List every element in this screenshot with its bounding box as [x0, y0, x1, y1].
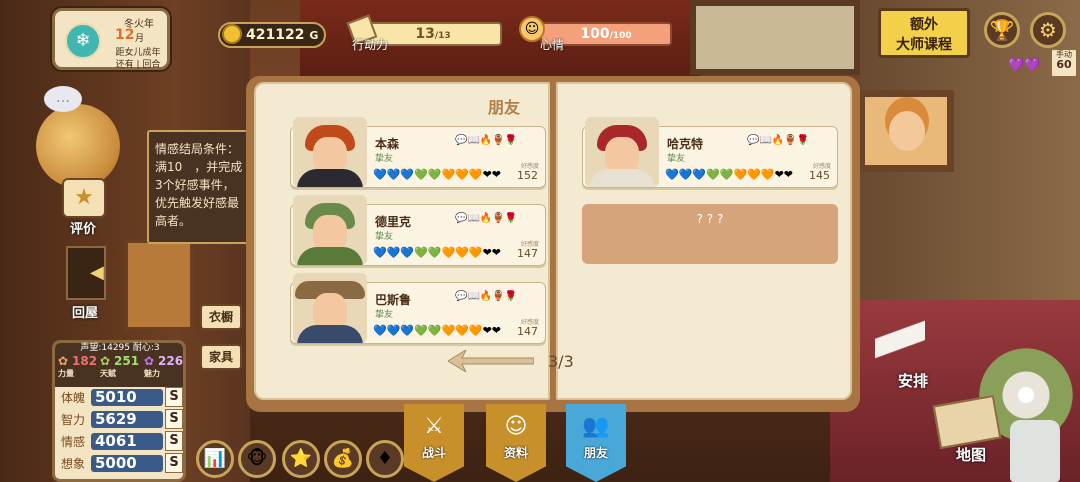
reputation-line: 声望:14295 耐心:3	[80, 343, 160, 353]
gold-unit: G	[309, 29, 319, 42]
friend-card-benson[interactable]: 本森 挚友 💬📖🔥🏺🌹 💙💙💙💚💚🧡🧡🧡❤❤ 好感度 152	[290, 117, 546, 188]
talent-icon: ✿	[100, 354, 111, 368]
book-title: 朋友	[487, 98, 520, 117]
affection-hearts: 💙💙💙💚💚🧡🧡🧡❤❤	[665, 168, 794, 181]
stars-icon[interactable]: ⭐	[282, 440, 320, 478]
master-course-button[interactable]: 额外 大师课程	[878, 8, 970, 58]
friend-gift-icons: 💬📖🔥🏺🌹	[455, 213, 518, 224]
friend-portrait	[293, 195, 367, 265]
trophy-icon[interactable]: 🏆	[984, 12, 1020, 48]
talent-label: 天赋	[100, 369, 116, 378]
power-icon: ✿	[58, 354, 69, 368]
door-icon[interactable]: ◀	[66, 246, 106, 300]
friend-gift-icons: 💬📖🔥🏺🌹	[747, 135, 810, 146]
mood-label: 心情	[540, 38, 565, 52]
dresser-decor	[125, 240, 193, 330]
tab-profile[interactable]: ☺ 资料	[486, 404, 546, 482]
snowflake-icon: ❄	[65, 23, 101, 59]
affection-hearts: 💙💙💙💚💚🧡🧡🧡❤❤	[373, 246, 502, 259]
page-indicator: 3/3	[548, 352, 574, 371]
hand-counter: 手动 60	[1050, 48, 1078, 78]
star-icon[interactable]: ★	[62, 178, 106, 218]
charm-value: 226	[158, 354, 184, 368]
chat-bubble-icon[interactable]: …	[44, 86, 82, 112]
master-course-line1: 额外	[910, 17, 938, 33]
friend-portrait	[293, 273, 367, 343]
card-icon[interactable]: ♦	[366, 440, 404, 478]
chart-icon[interactable]: 📊	[196, 440, 234, 478]
attribute-summary: ✿ 182 力量 ✿ 251 天赋 ✿ 226 魅力	[56, 354, 186, 378]
mood-value: 100	[580, 26, 610, 42]
stat-row-emotion: 情感 4061 S	[59, 431, 183, 451]
friend-relation: 挚友	[375, 310, 394, 320]
wardrobe-button[interactable]: 衣橱	[200, 304, 242, 330]
friend-card-hackett[interactable]: 哈克特 挚友 💬📖🔥🏺🌹 💙💙💙💚💚🧡🧡🧡❤❤ 好感度 145	[582, 117, 838, 188]
vase	[1010, 420, 1060, 482]
purple-hearts-icon: 💜💜	[1008, 58, 1041, 73]
friend-card-derek[interactable]: 德里克 挚友 💬📖🔥🏺🌹 💙💙💙💚💚🧡🧡🧡❤❤ 好感度 147	[290, 195, 546, 266]
friend-relation: 挚友	[375, 154, 394, 164]
favor-value: 147	[517, 325, 538, 338]
friend-name: 本森	[375, 137, 400, 151]
stat-row-intelligence: 智力 5629 S	[59, 409, 183, 429]
prev-page-arrow-icon[interactable]	[448, 350, 534, 372]
friend-gift-icons: 💬📖🔥🏺🌹	[455, 291, 518, 302]
evaluate-label[interactable]: 评价	[70, 218, 96, 237]
swords-icon: ⚔	[424, 414, 444, 439]
stat-row-imagination: 想象 5000 S	[59, 453, 183, 473]
month-unit: 月	[135, 34, 145, 44]
month-number: 12	[115, 27, 135, 43]
ending-condition-tooltip: 情感结局条件：满10 ，并完成3个好感事件，优先触发好感最高者。	[147, 130, 251, 244]
favor-value: 147	[517, 247, 538, 260]
tab-friends[interactable]: 👥 朋友	[566, 404, 626, 482]
stamina-label: 行动力	[352, 38, 389, 52]
date-panel[interactable]: ❄ 冬火年 12 月 距女儿成年 还有 | 回合	[52, 8, 170, 70]
gear-icon[interactable]: ⚙	[1030, 12, 1066, 48]
portrait-frame	[858, 90, 954, 172]
friend-gift-icons: 💬📖🔥🏺🌹	[455, 135, 518, 146]
gold-value: 421122	[246, 27, 305, 43]
power-label: 力量	[58, 369, 74, 378]
affection-hearts: 💙💙💙💚💚🧡🧡🧡❤❤	[373, 168, 502, 181]
power-value: 182	[72, 354, 98, 368]
favor-value: 152	[517, 169, 538, 182]
game-screen: ❄ 冬火年 12 月 距女儿成年 还有 | 回合 421122 G 13/13 …	[0, 0, 1080, 482]
charm-icon: ✿	[144, 354, 155, 368]
locked-friend-card[interactable]: ? ? ?	[582, 204, 838, 264]
friend-name: 哈克特	[667, 137, 704, 151]
money-bag-icon[interactable]: 💰	[324, 440, 362, 478]
arrange-button[interactable]: 安排	[898, 370, 928, 391]
back-room-label[interactable]: 回屋	[72, 302, 98, 321]
map-button[interactable]: 地图	[956, 444, 986, 465]
coin-icon	[222, 24, 242, 44]
mood-max: /100	[609, 31, 632, 41]
tab-battle[interactable]: ⚔ 战斗	[404, 404, 464, 482]
stat-row-physique: 体魄 5010 S	[59, 387, 183, 407]
master-course-line2: 大师课程	[896, 37, 952, 53]
friend-name: 巴斯鲁	[375, 293, 412, 307]
face-icon: ☺	[504, 414, 528, 439]
talent-value: 251	[114, 354, 140, 368]
monkey-icon[interactable]: 🐵	[238, 440, 276, 478]
stamina-value: 13	[415, 26, 435, 42]
friend-portrait	[585, 117, 659, 187]
friend-portrait	[293, 117, 367, 187]
friend-relation: 挚友	[375, 232, 394, 242]
globe-decor	[36, 104, 120, 188]
stamina-max: /13	[434, 31, 451, 41]
furniture-button[interactable]: 家具	[200, 344, 242, 370]
affection-hearts: 💙💙💙💚💚🧡🧡🧡❤❤	[373, 324, 502, 337]
friend-card-basru[interactable]: 巴斯鲁 挚友 💬📖🔥🏺🌹 💙💙💙💚💚🧡🧡🧡❤❤ 好感度 147	[290, 273, 546, 344]
remaining-label: 还有 | 回合	[115, 60, 161, 70]
friend-name: 德里克	[375, 215, 412, 229]
hand-count: 60	[1056, 58, 1072, 71]
favor-value: 145	[809, 169, 830, 182]
charm-label: 魅力	[144, 369, 160, 378]
friends-icon: 👥	[582, 414, 610, 439]
friend-relation: 挚友	[667, 154, 686, 164]
window	[690, 0, 860, 75]
